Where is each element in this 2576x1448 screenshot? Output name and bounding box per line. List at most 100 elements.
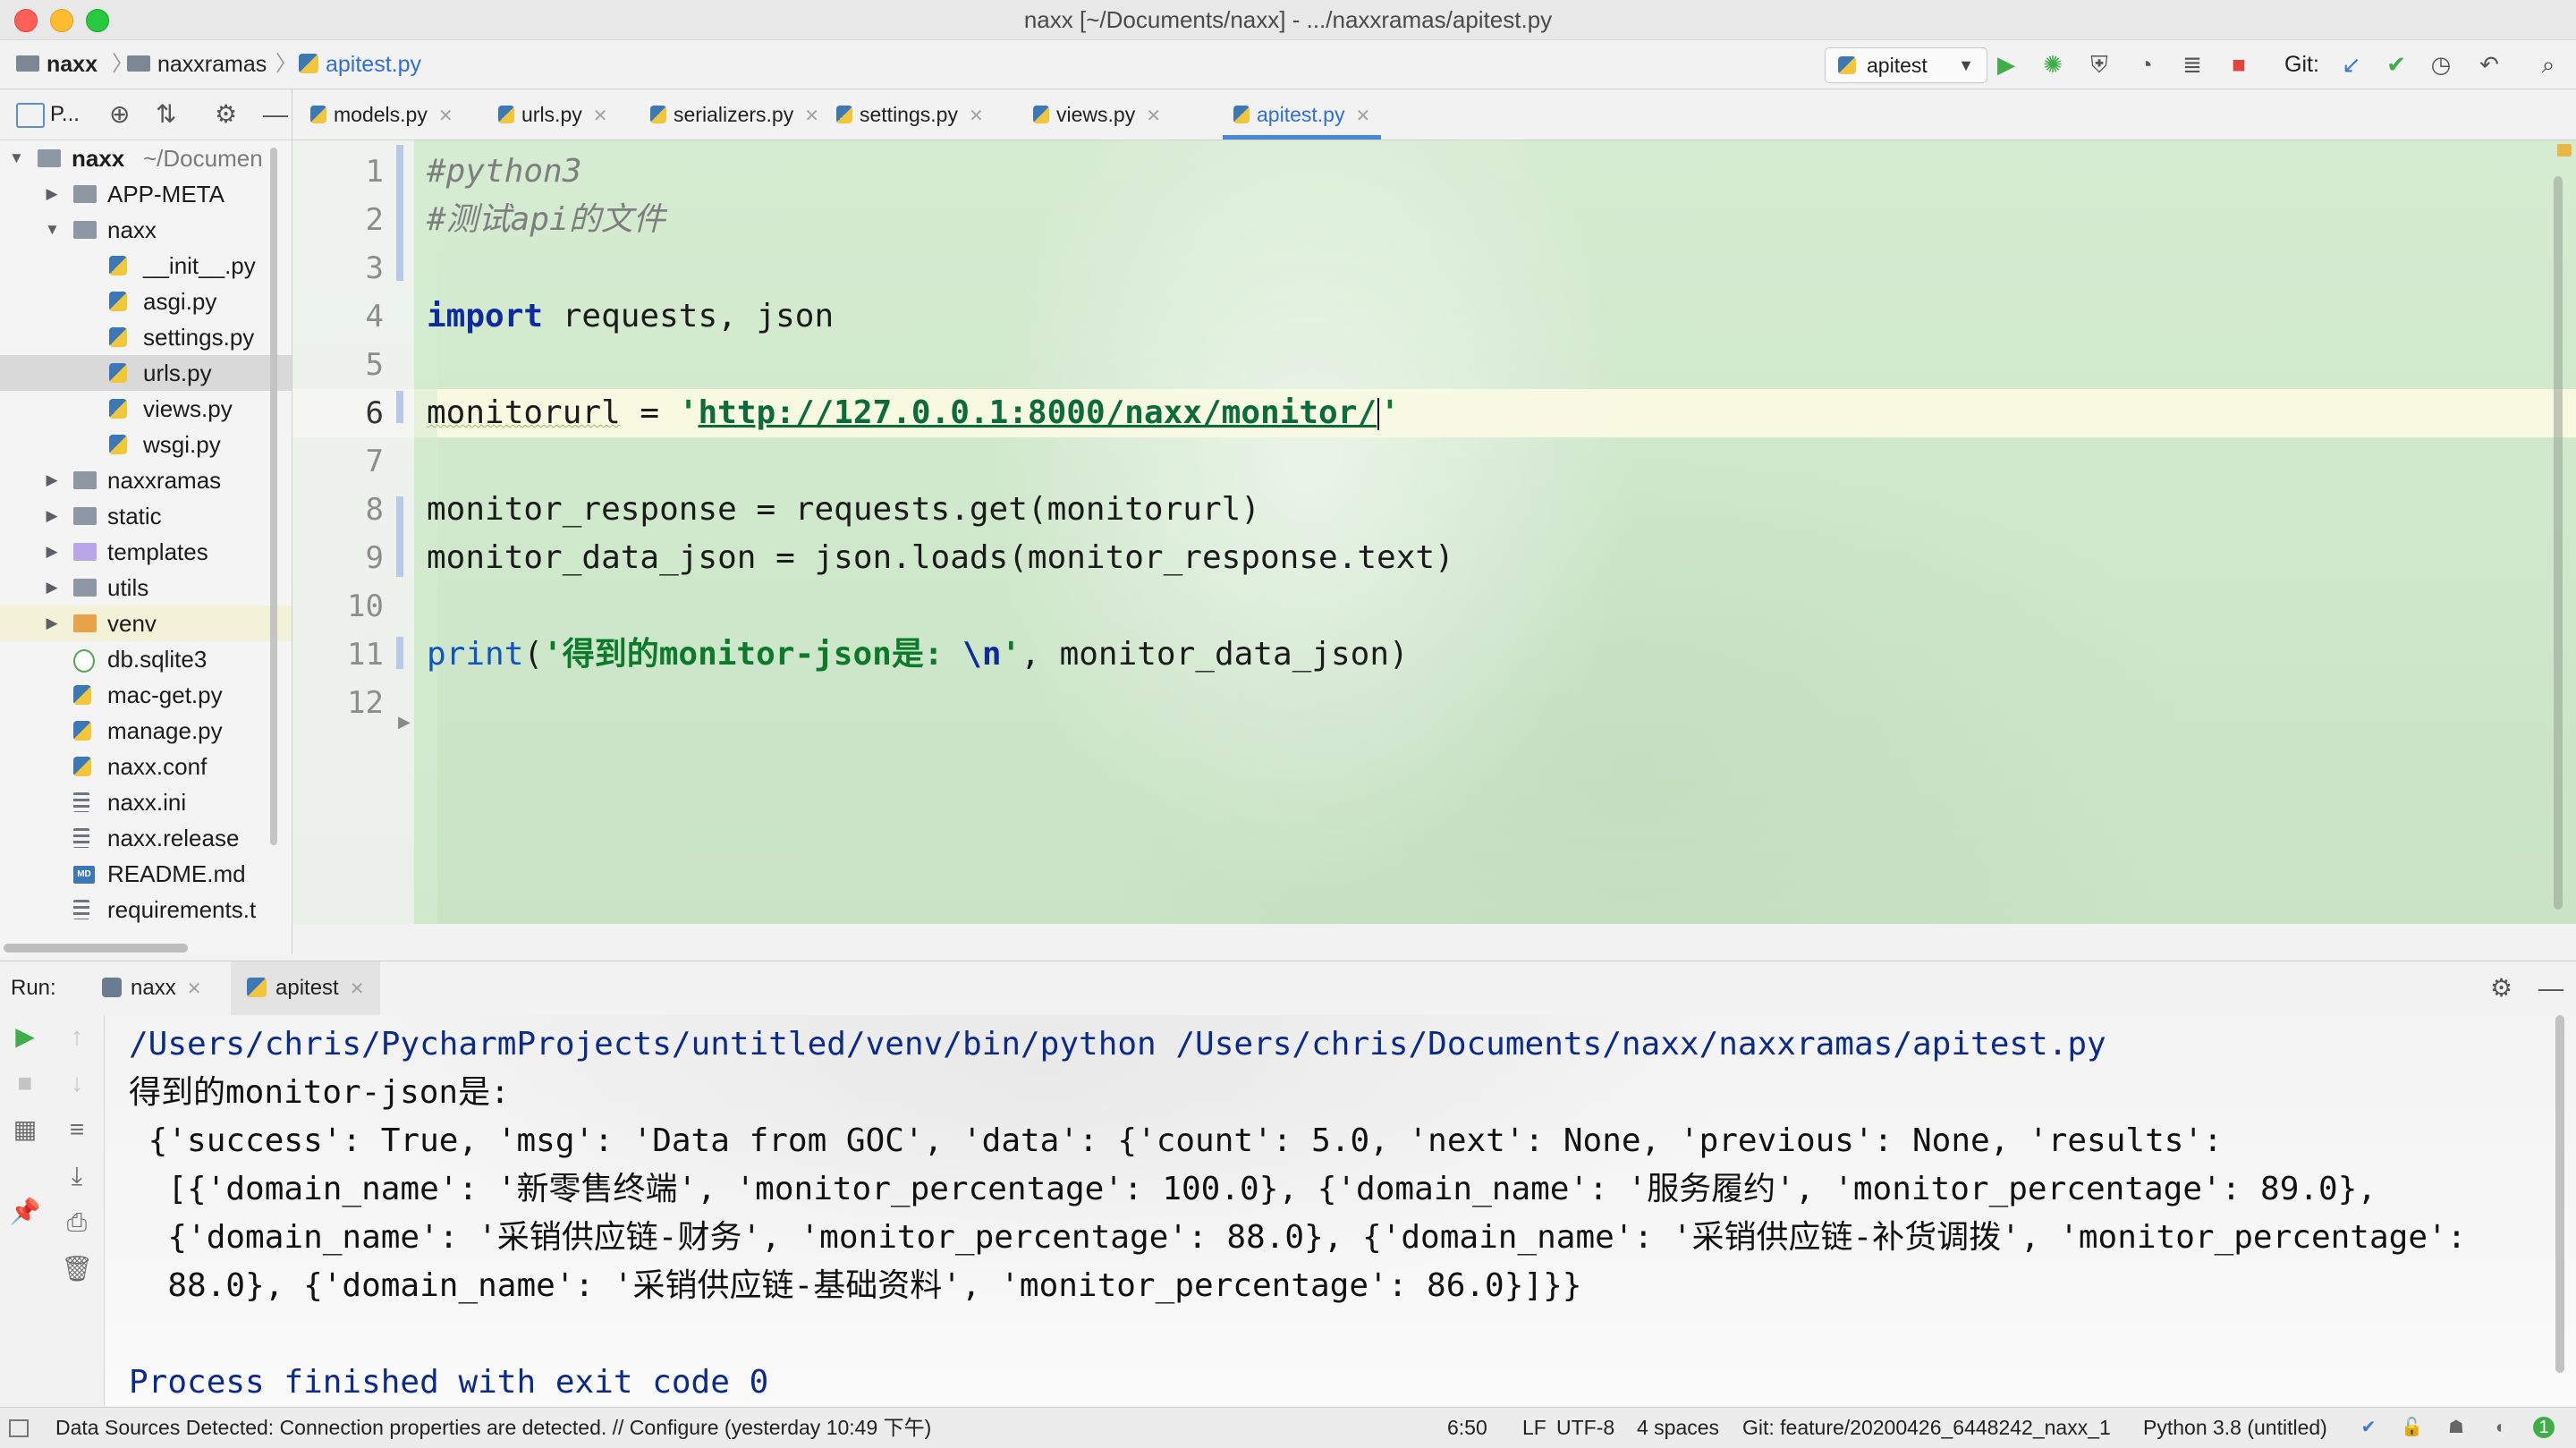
tree-item[interactable]: mac-get.py xyxy=(0,677,292,713)
close-icon[interactable]: ✕ xyxy=(187,979,202,999)
close-icon[interactable]: ✕ xyxy=(350,979,365,999)
editor-tab[interactable]: apitest.py ✕ xyxy=(1222,89,1382,140)
gear-icon[interactable]: ⚙ xyxy=(2490,961,2512,1015)
git-history-icon[interactable]: ◷ xyxy=(2428,51,2454,78)
scroll-to-end-icon[interactable]: ⤓ xyxy=(59,1158,95,1194)
stop-icon[interactable]: ■ xyxy=(7,1065,43,1101)
collapsed-arrow-icon[interactable]: ▶ xyxy=(45,534,59,570)
hide-panel-icon[interactable]: — xyxy=(2538,961,2563,1015)
stop-icon[interactable]: ■ xyxy=(2225,51,2252,78)
notification-badge[interactable]: 1 xyxy=(2533,1417,2555,1438)
check-icon[interactable]: ✔ xyxy=(2358,1417,2379,1438)
close-icon[interactable]: ✕ xyxy=(593,106,608,126)
project-view-select[interactable]: P... xyxy=(50,89,80,140)
soft-wrap-icon[interactable]: ≡ xyxy=(59,1112,95,1147)
rerun-icon[interactable]: ▶ xyxy=(7,1019,43,1054)
editor-tab[interactable]: serializers.py ✕ xyxy=(650,89,819,140)
code-editor[interactable]: 1 2 3 4 5 6 7 8 9 10 11 12 ▶ #python3 #测试api的文件 impor… xyxy=(292,140,2576,924)
tree-item[interactable]: ▶ utils xyxy=(0,570,292,605)
tree-item[interactable]: requirements.t xyxy=(0,892,292,927)
close-icon[interactable]: ✕ xyxy=(1146,106,1161,126)
git-branch[interactable]: Git: feature/20200426_6448242_naxx_1 xyxy=(1742,1408,2111,1448)
editor-tab[interactable]: urls.py ✕ xyxy=(498,89,608,140)
project-view-icon[interactable] xyxy=(16,103,45,128)
run-tab-naxx[interactable]: naxx ✕ xyxy=(89,961,214,1015)
toggle-tool-windows-icon[interactable] xyxy=(9,1419,29,1437)
profile-icon[interactable]: ◔ xyxy=(2132,51,2159,78)
tree-item[interactable]: urls.py xyxy=(0,355,292,391)
tree-item[interactable]: db.sqlite3 xyxy=(0,641,292,677)
console-output[interactable]: /Users/chris/PycharmProjects/untitled/ve… xyxy=(105,1015,2576,1406)
hide-panel-icon[interactable]: — xyxy=(263,89,288,140)
fold-arrow-icon[interactable]: ▶ xyxy=(398,713,411,732)
editor-tab[interactable]: views.py ✕ xyxy=(1033,89,1161,140)
tree-item[interactable]: views.py xyxy=(0,391,292,427)
tree-item[interactable]: wsgi.py xyxy=(0,427,292,462)
collapsed-arrow-icon[interactable]: ▶ xyxy=(45,176,59,212)
concurrency-icon[interactable]: ≣ xyxy=(2179,51,2206,78)
print-icon[interactable]: ⎙ xyxy=(59,1205,95,1241)
locate-file-icon[interactable]: ⊕ xyxy=(109,89,130,140)
close-icon[interactable]: ✕ xyxy=(804,106,819,126)
caret-position[interactable]: 6:50 xyxy=(1447,1408,1487,1448)
pin-icon[interactable]: 📌 xyxy=(7,1194,43,1230)
coverage-icon[interactable]: ⛨ xyxy=(2086,51,2113,78)
tree-item[interactable]: manage.py xyxy=(0,713,292,749)
tree-item[interactable]: ▶ APP-META xyxy=(0,176,292,212)
indent-setting[interactable]: 4 spaces xyxy=(1637,1408,1719,1448)
trash-icon[interactable]: 🗑 xyxy=(59,1251,95,1287)
git-rollback-icon[interactable]: ↶ xyxy=(2476,51,2503,78)
inspector-icon[interactable]: ☗ xyxy=(2445,1417,2467,1438)
breadcrumb-naxxramas[interactable]: naxxramas xyxy=(127,40,267,89)
collapsed-arrow-icon[interactable]: ▶ xyxy=(45,605,59,641)
lock-icon[interactable]: 🔓 xyxy=(2401,1417,2423,1438)
status-message[interactable]: Data Sources Detected: Connection proper… xyxy=(55,1408,931,1448)
warning-marker-icon[interactable] xyxy=(2557,144,2572,157)
search-icon[interactable]: ⌕ xyxy=(2535,51,2562,78)
run-tab-apitest[interactable]: apitest ✕ xyxy=(231,961,381,1015)
tree-item[interactable]: ▶ naxxramas xyxy=(0,462,292,498)
close-icon[interactable]: ✕ xyxy=(969,106,984,126)
gear-icon[interactable]: ⚙ xyxy=(215,89,237,140)
collapsed-arrow-icon[interactable]: ▶ xyxy=(45,462,59,498)
editor-tab[interactable]: models.py ✕ xyxy=(310,89,453,140)
git-commit-icon[interactable]: ✔ xyxy=(2383,51,2410,78)
collapsed-arrow-icon[interactable]: ▶ xyxy=(45,498,59,534)
file-encoding[interactable]: UTF-8 xyxy=(1556,1408,1614,1448)
run-icon[interactable]: ▶ xyxy=(1993,51,2020,78)
line-separator[interactable]: LF xyxy=(1522,1408,1546,1448)
tree-item[interactable]: settings.py xyxy=(0,319,292,355)
tree-item[interactable]: naxx.ini xyxy=(0,784,292,820)
close-icon[interactable]: ✕ xyxy=(1355,106,1370,126)
tree-item[interactable]: ▶ templates xyxy=(0,534,292,570)
close-icon[interactable]: ✕ xyxy=(438,106,453,126)
tree-item[interactable]: ▶ static xyxy=(0,498,292,534)
memory-icon[interactable]: ◐ xyxy=(2490,1417,2512,1438)
collapse-all-icon[interactable]: ⇅ xyxy=(156,89,176,140)
up-arrow-icon[interactable]: ↑ xyxy=(59,1019,95,1054)
debug-icon[interactable]: ✺ xyxy=(2039,51,2066,78)
tree-item[interactable]: naxx.conf xyxy=(0,749,292,784)
tree-item[interactable]: naxx.release xyxy=(0,820,292,856)
git-update-icon[interactable]: ↙ xyxy=(2338,51,2365,78)
tree-item[interactable]: MD README.md xyxy=(0,856,292,892)
tree-item[interactable]: ▶ venv xyxy=(0,605,292,641)
layout-icon[interactable]: ▦ xyxy=(7,1112,43,1147)
project-horizontal-scrollbar[interactable] xyxy=(4,944,188,953)
collapsed-arrow-icon[interactable]: ▶ xyxy=(45,570,59,605)
expanded-arrow-icon[interactable]: ▼ xyxy=(9,140,24,176)
run-configuration-select[interactable]: apitest ▼ xyxy=(1825,47,1987,83)
down-arrow-icon[interactable]: ↓ xyxy=(59,1065,95,1101)
tree-item[interactable]: ▼ naxx xyxy=(0,212,292,248)
editor-tab[interactable]: settings.py ✕ xyxy=(836,89,984,140)
tree-item[interactable]: ▼ naxx ~/Documen xyxy=(0,140,292,176)
tree-item[interactable]: __init__.py xyxy=(0,248,292,284)
project-tree-scrollbar[interactable] xyxy=(270,148,277,845)
python-interpreter[interactable]: Python 3.8 (untitled) xyxy=(2143,1408,2327,1448)
console-scrollbar[interactable] xyxy=(2555,1015,2564,1373)
editor-scrollbar[interactable] xyxy=(2554,176,2563,910)
tree-item[interactable]: asgi.py xyxy=(0,284,292,319)
breadcrumb-root[interactable]: naxx xyxy=(16,40,97,89)
breadcrumb-file[interactable]: apitest.py xyxy=(299,40,421,89)
expanded-arrow-icon[interactable]: ▼ xyxy=(45,212,60,248)
